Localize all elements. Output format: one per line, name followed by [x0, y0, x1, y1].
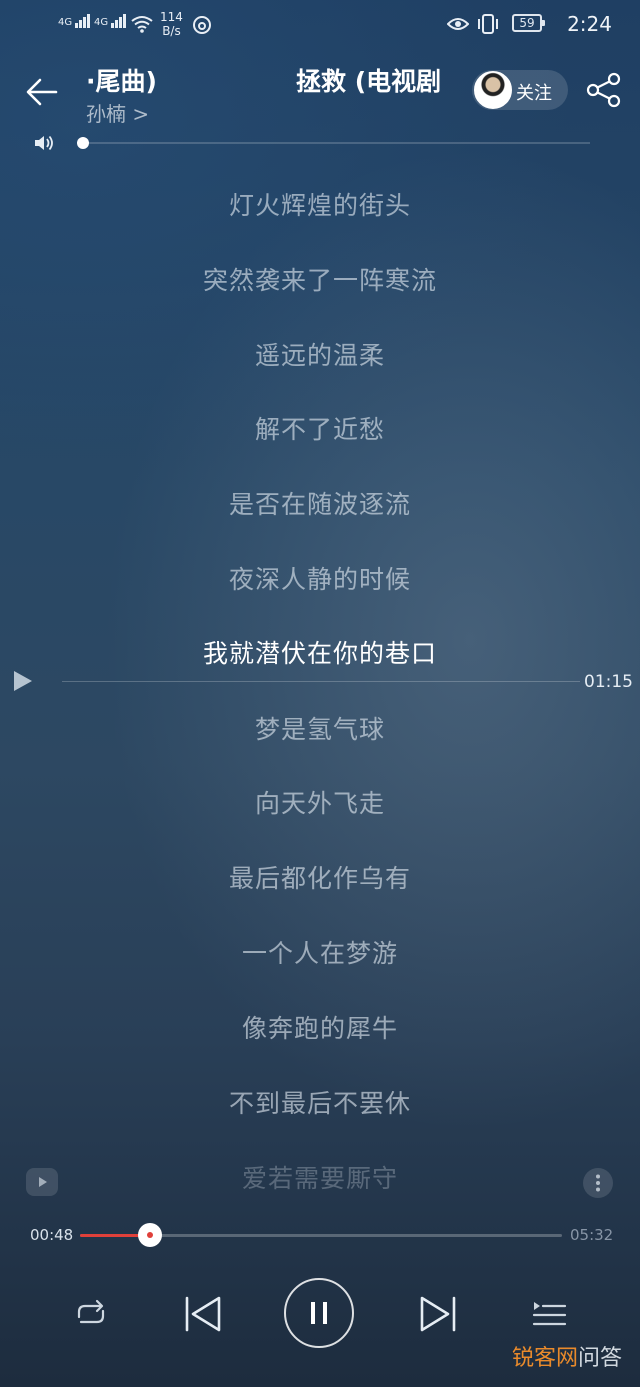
song-title-scroll-left: ·尾曲): [86, 67, 157, 96]
progress-thumb[interactable]: [138, 1223, 162, 1247]
status-bar: 4G 4G 114 B/s 59 2:24: [0, 0, 640, 50]
clock: 2:24: [567, 12, 612, 36]
song-title-scroll-right: 拯救 (电视剧: [296, 67, 442, 96]
more-vertical-icon: [596, 1174, 600, 1192]
lyric-line[interactable]: 不到最后不罢休: [0, 1084, 640, 1120]
vibrate-icon: [478, 14, 498, 34]
lyric-line[interactable]: 是否在随波逐流: [0, 485, 640, 521]
avatar: [474, 71, 512, 109]
volume-slider-track[interactable]: [82, 142, 590, 144]
lyric-line[interactable]: 突然袭来了一阵寒流: [0, 261, 640, 297]
signal-bars-icon: [111, 14, 127, 28]
watermark-part-2: 网: [556, 1346, 579, 1371]
play-icon: [39, 1177, 47, 1187]
network-type-label: 4G: [94, 17, 109, 28]
volume-icon[interactable]: [33, 133, 55, 153]
battery-icon: 59: [512, 14, 545, 32]
next-track-icon[interactable]: [410, 1286, 466, 1342]
total-time: 05:32: [570, 1226, 614, 1244]
speed-value: 114: [160, 10, 183, 24]
lyric-line[interactable]: 最后都化作乌有: [0, 859, 640, 895]
lyric-seek-time: 01:15: [584, 672, 633, 692]
battery-level: 59: [519, 16, 535, 30]
back-arrow-icon[interactable]: [22, 72, 62, 112]
lyric-line[interactable]: 遥远的温柔: [0, 336, 640, 372]
volume-slider-thumb[interactable]: [77, 137, 89, 149]
play-from-line-icon[interactable]: [12, 669, 34, 693]
lyric-seek-line: [62, 681, 580, 682]
signal-bars-icon: [75, 14, 91, 28]
follow-label: 关注: [516, 83, 552, 104]
watermark: 锐客网问答: [512, 1340, 622, 1372]
watermark-part-1: 锐客: [512, 1346, 557, 1371]
signal-1: 4G: [58, 14, 91, 28]
netease-icon: [193, 16, 211, 34]
playlist-icon[interactable]: [521, 1286, 577, 1342]
follow-button[interactable]: 关注: [472, 70, 568, 110]
lyric-line[interactable]: 爱若需要厮守: [0, 1159, 640, 1195]
network-type-label: 4G: [58, 17, 73, 28]
lyric-line[interactable]: 解不了近愁: [0, 410, 640, 446]
eye-icon: [447, 18, 469, 30]
lyric-line[interactable]: 一个人在梦游: [0, 934, 640, 970]
watermark-part-3: 问答: [578, 1346, 623, 1371]
wifi-icon: [131, 16, 153, 33]
play-pause-button[interactable]: [284, 1278, 354, 1348]
share-icon[interactable]: [584, 70, 624, 110]
lyric-line[interactable]: 灯火辉煌的街头: [0, 186, 640, 222]
lyric-line[interactable]: 梦是氢气球: [0, 710, 640, 746]
lyric-line[interactable]: 像奔跑的犀牛: [0, 1009, 640, 1045]
video-play-button[interactable]: [26, 1168, 58, 1196]
lyric-line[interactable]: 夜深人静的时候: [0, 560, 640, 596]
current-lyric-line[interactable]: 我就潜伏在你的巷口: [0, 634, 640, 670]
pause-icon: [311, 1302, 327, 1324]
speed-unit: B/s: [162, 24, 181, 38]
network-speed: 114 B/s: [160, 10, 183, 38]
previous-track-icon[interactable]: [175, 1286, 231, 1342]
signal-2: 4G: [94, 14, 127, 28]
repeat-icon[interactable]: [63, 1286, 119, 1342]
artist-link[interactable]: 孙楠 >: [86, 98, 149, 127]
lyric-line[interactable]: 向天外飞走: [0, 784, 640, 820]
current-time: 00:48: [30, 1226, 74, 1244]
more-options-button[interactable]: [583, 1168, 613, 1198]
